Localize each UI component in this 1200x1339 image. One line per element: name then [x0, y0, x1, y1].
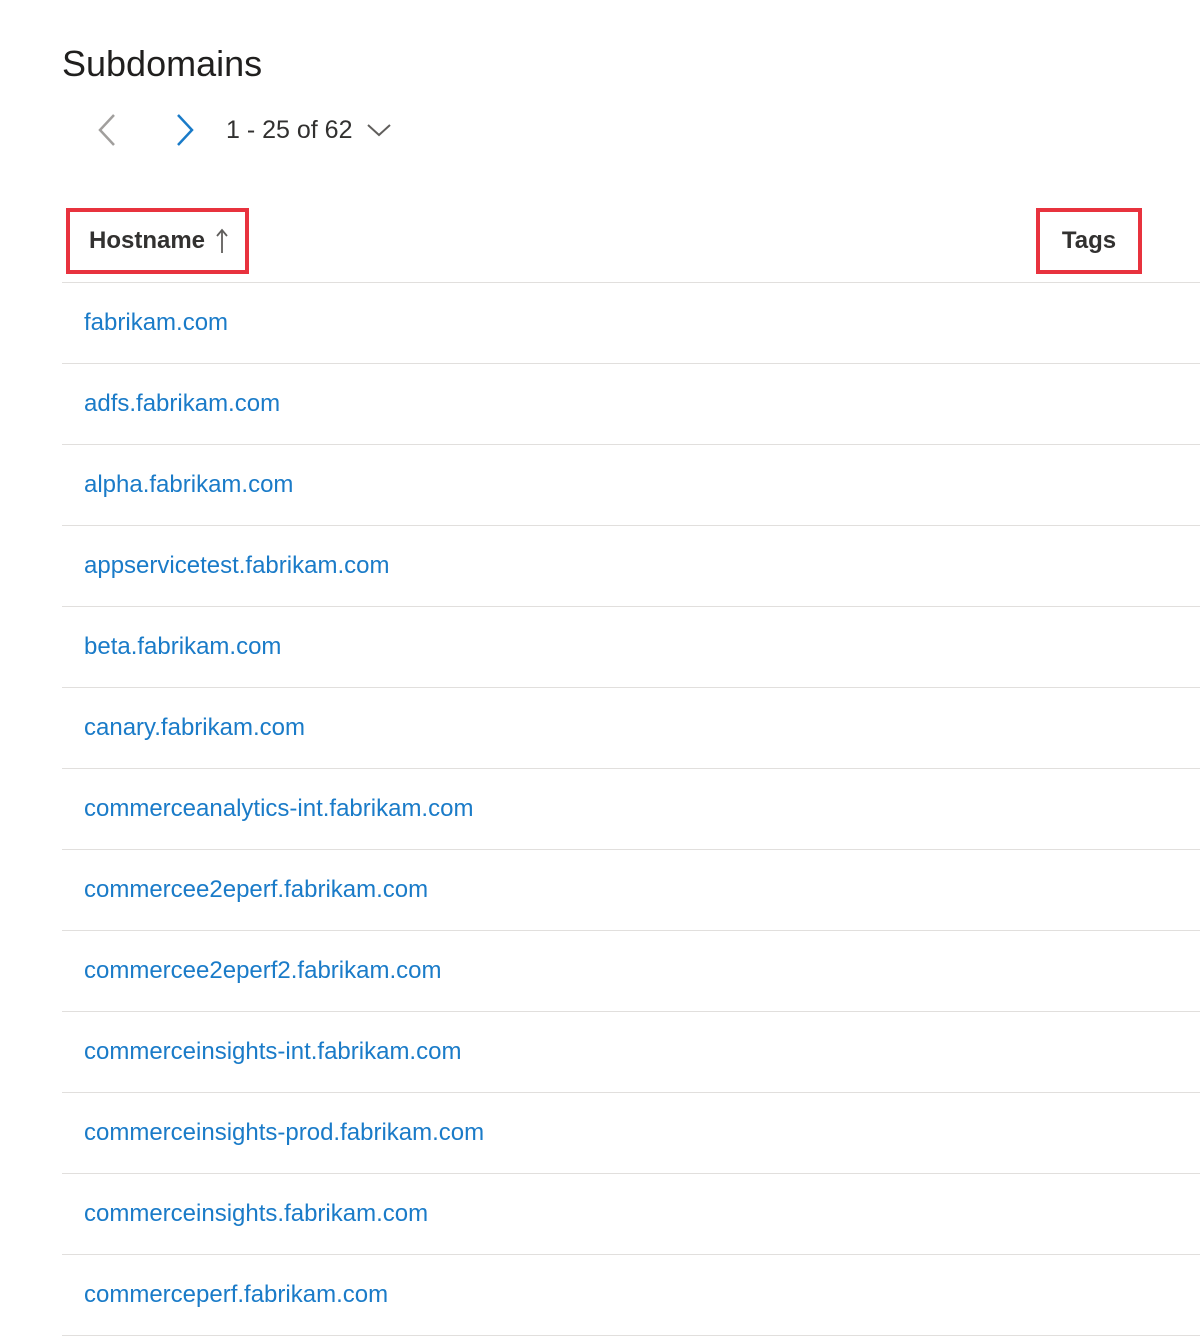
subdomains-table: Hostname Tags fabrikam.com adfs.fabrikam… [62, 200, 1200, 1336]
next-page-button[interactable] [160, 106, 208, 154]
hostname-link[interactable]: fabrikam.com [84, 309, 228, 337]
table-row: alpha.fabrikam.com [62, 445, 1200, 526]
column-header-tags[interactable]: Tags [1036, 208, 1142, 274]
table-row: commercee2eperf.fabrikam.com [62, 850, 1200, 931]
hostname-link[interactable]: beta.fabrikam.com [84, 633, 281, 661]
hostname-link[interactable]: commercee2eperf.fabrikam.com [84, 876, 428, 904]
table-row: adfs.fabrikam.com [62, 364, 1200, 445]
page-title: Subdomains [62, 43, 263, 84]
table-row: canary.fabrikam.com [62, 688, 1200, 769]
arrow-up-icon [215, 228, 229, 254]
table-row: commerceanalytics-int.fabrikam.com [62, 769, 1200, 850]
chevron-left-icon [98, 114, 115, 146]
column-header-tags-label: Tags [1061, 227, 1117, 254]
table-header: Hostname Tags [62, 200, 1200, 283]
page-range-dropdown[interactable]: 1 - 25 of 62 [226, 116, 392, 145]
table-row: commerceperf.fabrikam.com [62, 1255, 1200, 1336]
table-row: appservicetest.fabrikam.com [62, 526, 1200, 607]
hostname-link[interactable]: commerceinsights-int.fabrikam.com [84, 1038, 461, 1066]
table-row: beta.fabrikam.com [62, 607, 1200, 688]
hostname-link[interactable]: commerceperf.fabrikam.com [84, 1281, 388, 1309]
table-body: fabrikam.com adfs.fabrikam.com alpha.fab… [62, 283, 1200, 1336]
hostname-link[interactable]: commercee2eperf2.fabrikam.com [84, 957, 441, 985]
table-row: commercee2eperf2.fabrikam.com [62, 931, 1200, 1012]
hostname-link[interactable]: adfs.fabrikam.com [84, 390, 280, 418]
table-row: commerceinsights-int.fabrikam.com [62, 1012, 1200, 1093]
column-header-hostname-label: Hostname [89, 227, 206, 254]
pagination: 1 - 25 of 62 [84, 106, 392, 154]
hostname-link[interactable]: commerceanalytics-int.fabrikam.com [84, 795, 473, 823]
hostname-link[interactable]: commerceinsights-prod.fabrikam.com [84, 1119, 484, 1147]
hostname-link[interactable]: appservicetest.fabrikam.com [84, 552, 389, 580]
chevron-right-icon [177, 114, 194, 146]
table-row: commerceinsights.fabrikam.com [62, 1174, 1200, 1255]
hostname-link[interactable]: canary.fabrikam.com [84, 714, 305, 742]
column-header-hostname[interactable]: Hostname [66, 208, 250, 274]
page-range-label: 1 - 25 of 62 [226, 115, 353, 144]
hostname-link[interactable]: alpha.fabrikam.com [84, 471, 293, 499]
table-row: commerceinsights-prod.fabrikam.com [62, 1093, 1200, 1174]
previous-page-button[interactable] [84, 106, 132, 154]
chevron-down-icon [366, 122, 392, 138]
hostname-link[interactable]: commerceinsights.fabrikam.com [84, 1200, 428, 1228]
table-row: fabrikam.com [62, 283, 1200, 364]
